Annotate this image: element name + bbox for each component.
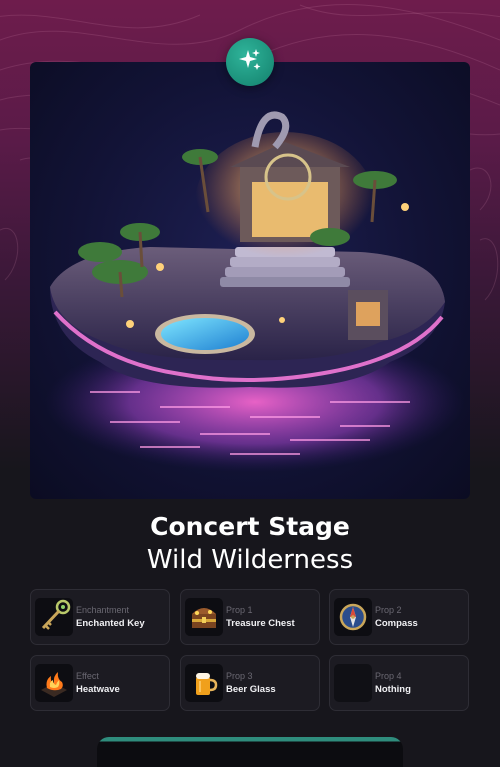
slot-label: Enchantment (76, 605, 130, 615)
heatwave-icon (35, 664, 73, 702)
floating-island-concert-stage-image (30, 62, 470, 499)
slot-value: Enchanted Key (76, 618, 145, 629)
slot-label: Prop 2 (375, 605, 402, 615)
slot-label: Prop 1 (226, 605, 253, 615)
slot-prop-1[interactable]: Prop 1 Treasure Chest (180, 589, 320, 645)
treasure-chest-icon (185, 598, 223, 636)
beer-glass-icon (185, 664, 223, 702)
slot-value: Beer Glass (226, 684, 276, 695)
empty-slot-icon (334, 664, 372, 702)
slot-prop-4[interactable]: Prop 4 Nothing (329, 655, 469, 711)
slot-label: Effect (76, 671, 99, 681)
slot-enchantment[interactable]: Enchantment Enchanted Key (30, 589, 170, 645)
key-icon (35, 598, 73, 636)
slot-prop-3[interactable]: Prop 3 Beer Glass (180, 655, 320, 711)
slot-value: Treasure Chest (226, 618, 295, 629)
sparkles-badge (226, 38, 274, 86)
compass-icon (334, 598, 372, 636)
sparkles-icon (237, 47, 263, 77)
slot-label: Prop 3 (226, 671, 253, 681)
item-title: Concert Stage (150, 512, 350, 541)
slot-value: Nothing (375, 684, 411, 695)
bottom-action-bar[interactable] (97, 737, 403, 767)
slot-prop-2[interactable]: Prop 2 Compass (329, 589, 469, 645)
slot-value: Compass (375, 618, 418, 629)
item-subtitle: Wild Wilderness (146, 545, 354, 575)
slot-effect[interactable]: Effect Heatwave (30, 655, 170, 711)
slot-label: Prop 4 (375, 671, 402, 681)
slot-value: Heatwave (76, 684, 120, 695)
